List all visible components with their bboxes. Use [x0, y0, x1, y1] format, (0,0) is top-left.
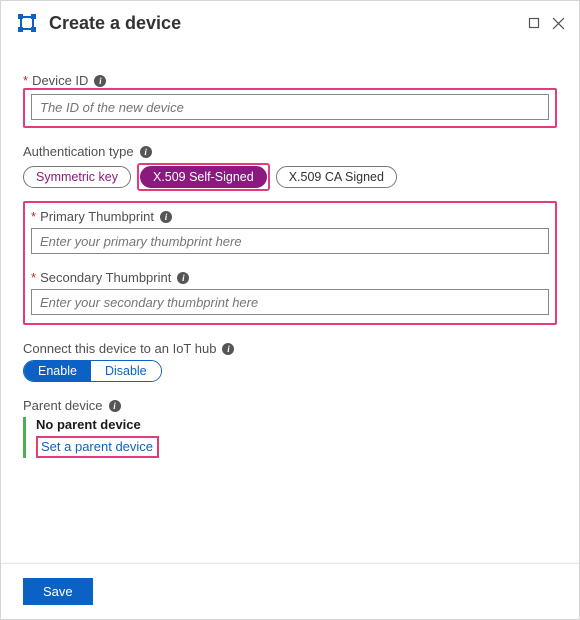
info-icon[interactable]: i [94, 75, 106, 87]
parent-device-label-row: Parent device i [23, 398, 557, 413]
parent-device-block: No parent device Set a parent device [23, 417, 557, 458]
connect-hub-label-row: Connect this device to an IoT hub i [23, 341, 557, 356]
required-asterisk: * [23, 73, 28, 88]
auth-option-symmetric[interactable]: Symmetric key [23, 166, 131, 188]
info-icon[interactable]: i [222, 343, 234, 355]
primary-thumb-input[interactable] [31, 228, 549, 254]
auth-type-label: Authentication type [23, 144, 134, 159]
auth-option-x509-self[interactable]: X.509 Self-Signed [140, 166, 267, 188]
panel-title: Create a device [49, 13, 517, 34]
connect-hub-label: Connect this device to an IoT hub [23, 341, 216, 356]
thumbprints-highlight: * Primary Thumbprint i * Secondary Thumb… [23, 201, 557, 325]
device-id-input[interactable] [31, 94, 549, 120]
primary-thumb-label-row: * Primary Thumbprint i [31, 209, 549, 224]
auth-type-label-row: Authentication type i [23, 144, 557, 159]
titlebar: Create a device [1, 1, 579, 45]
info-icon[interactable]: i [140, 146, 152, 158]
create-device-panel: Create a device * Device ID i Authentica… [0, 0, 580, 620]
device-logo-icon [15, 11, 39, 35]
info-icon[interactable]: i [177, 272, 189, 284]
auth-option-x509-self-highlight: X.509 Self-Signed [137, 163, 270, 191]
info-icon[interactable]: i [109, 400, 121, 412]
parent-device-label: Parent device [23, 398, 103, 413]
required-asterisk: * [31, 270, 36, 285]
required-asterisk: * [31, 209, 36, 224]
device-id-label: Device ID [32, 73, 88, 88]
save-button[interactable]: Save [23, 578, 93, 605]
secondary-thumb-label: Secondary Thumbprint [40, 270, 171, 285]
restore-window-icon[interactable] [527, 16, 541, 30]
connect-hub-disable[interactable]: Disable [91, 361, 161, 381]
set-parent-highlight: Set a parent device [36, 436, 159, 458]
info-icon[interactable]: i [160, 211, 172, 223]
form-body: * Device ID i Authentication type i Symm… [1, 45, 579, 458]
secondary-thumb-input[interactable] [31, 289, 549, 315]
parent-device-none: No parent device [36, 417, 557, 432]
set-parent-link[interactable]: Set a parent device [41, 439, 153, 454]
secondary-thumb-label-row: * Secondary Thumbprint i [31, 270, 549, 285]
footer: Save [1, 563, 579, 619]
device-id-label-row: * Device ID i [23, 73, 557, 88]
auth-option-x509-ca[interactable]: X.509 CA Signed [276, 166, 397, 188]
auth-type-options: Symmetric key X.509 Self-Signed X.509 CA… [23, 163, 557, 191]
close-icon[interactable] [551, 16, 565, 30]
connect-hub-enable[interactable]: Enable [24, 361, 91, 381]
primary-thumb-label: Primary Thumbprint [40, 209, 154, 224]
connect-hub-toggle: Enable Disable [23, 360, 162, 382]
device-id-highlight [23, 88, 557, 128]
